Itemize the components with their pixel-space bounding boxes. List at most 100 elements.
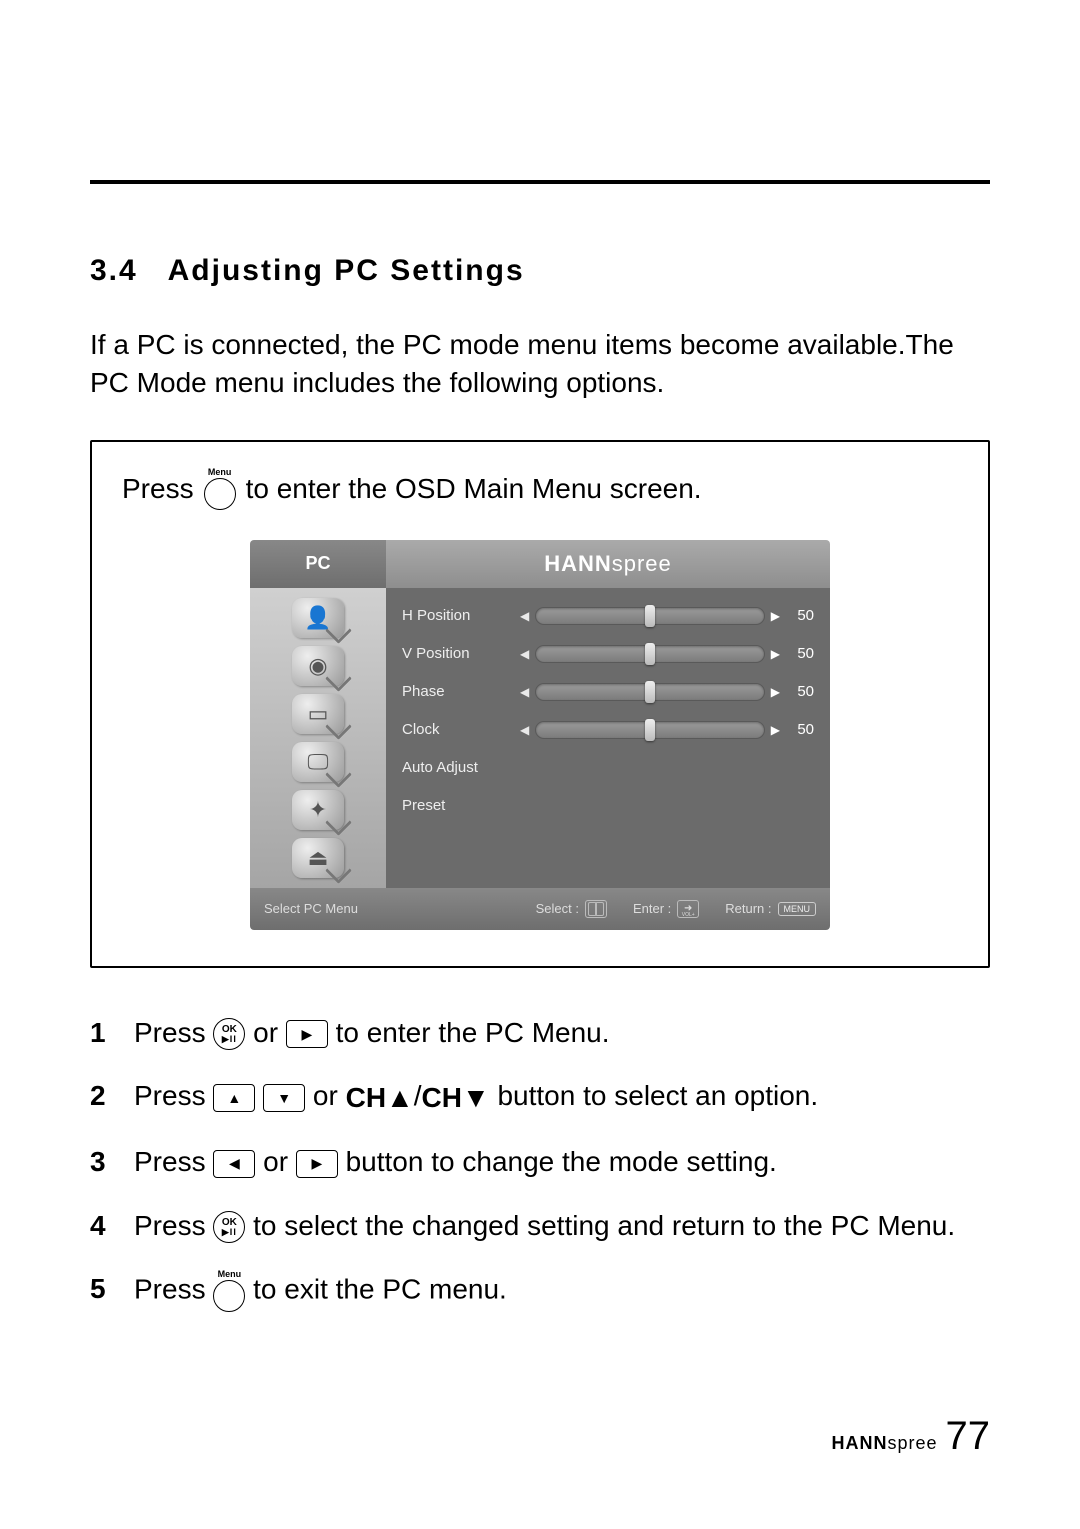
slider-thumb[interactable]	[645, 719, 655, 741]
slider[interactable]: ◀▶	[520, 607, 780, 625]
up-down-keys-icon	[585, 900, 607, 918]
osd-entry-instruction: Press Menu to enter the OSD Main Menu sc…	[122, 468, 958, 510]
down-button-icon: ▼	[263, 1084, 305, 1112]
osd-body: 👤◉▭🖵✦⏏ H Position◀▶50V Position◀▶50Phase…	[250, 588, 830, 888]
step: 1Press OK▶II or ▶ to enter the PC Menu.	[90, 1014, 990, 1052]
osd-row-value: 50	[788, 721, 814, 738]
horizontal-rule	[90, 180, 990, 184]
ok-button-icon: OK▶II	[213, 1211, 245, 1243]
slider-track[interactable]	[535, 645, 765, 663]
text: or	[305, 1080, 345, 1111]
osd-row[interactable]: Preset	[402, 792, 814, 820]
osd-sidebar: 👤 ◉ ▭ 🖵 ✦ ⏏	[250, 588, 386, 888]
osd-row[interactable]: Clock◀▶50	[402, 716, 814, 744]
step-body: Press OK▶II to select the changed settin…	[134, 1207, 990, 1245]
left-button-icon: ◀	[213, 1150, 255, 1178]
page-number: 77	[946, 1414, 991, 1459]
right-arrow-icon[interactable]: ▶	[771, 647, 780, 661]
step-number: 3	[90, 1143, 116, 1181]
ok-button-icon: OK▶II	[213, 1018, 245, 1050]
text: Press	[134, 1080, 213, 1111]
osd-panel: PC HANNspree 👤◉▭🖵✦⏏ H Position◀▶50V Posi…	[250, 540, 830, 930]
step-body: Press ▲ ▼ or CH▲/CH▼ button to select an…	[134, 1077, 990, 1117]
osd-row-value: 50	[788, 607, 814, 624]
text: Press	[134, 1210, 213, 1241]
step-number: 4	[90, 1207, 116, 1245]
text: Press	[134, 1146, 213, 1177]
right-arrow-icon[interactable]: ▶	[771, 609, 780, 623]
eye-icon[interactable]: ◉	[292, 646, 344, 686]
osd-brand: HANNspree	[386, 540, 830, 588]
text: Press	[122, 473, 194, 505]
text: button to select an option.	[490, 1080, 818, 1111]
step: 2 Press ▲ ▼ or CH▲/CH▼ button to select a…	[90, 1077, 990, 1117]
right-arrow-icon[interactable]: ▶	[771, 685, 780, 699]
step: 4 Press OK▶II to select the changed setti…	[90, 1207, 990, 1245]
step-body: Press OK▶II or ▶ to enter the PC Menu.	[134, 1014, 990, 1052]
text: to enter the PC Menu.	[328, 1017, 610, 1048]
text: Press	[134, 1274, 213, 1305]
osd-row-label: Preset	[402, 797, 512, 814]
slider[interactable]: ◀▶	[520, 683, 780, 701]
osd-row[interactable]: Phase◀▶50	[402, 678, 814, 706]
slider-thumb[interactable]	[645, 605, 655, 627]
osd-header: PC HANNspree	[250, 540, 830, 588]
right-button-icon: ▶	[286, 1020, 328, 1048]
right-button-icon: ▶	[296, 1150, 338, 1178]
person-icon[interactable]: 👤	[292, 598, 344, 638]
step: 5Press Menu to exit the PC menu.	[90, 1270, 990, 1312]
monitor-icon[interactable]: ▭	[292, 694, 344, 734]
step-number: 2	[90, 1077, 116, 1117]
slider[interactable]: ◀▶	[520, 645, 780, 663]
text: to exit the PC menu.	[245, 1274, 506, 1305]
text: to enter the OSD Main Menu screen.	[246, 473, 702, 505]
osd-row-label: H Position	[402, 607, 512, 624]
slider-track[interactable]	[535, 607, 765, 625]
slider-thumb[interactable]	[645, 643, 655, 665]
intro-paragraph: If a PC is connected, the PC mode menu i…	[90, 326, 990, 402]
osd-row[interactable]: H Position◀▶50	[402, 602, 814, 630]
menu-button-icon: Menu	[204, 468, 236, 510]
bold-text: CH▲	[346, 1079, 414, 1117]
text: or	[245, 1017, 285, 1048]
slider-track[interactable]	[535, 721, 765, 739]
text: button to change the mode setting.	[338, 1146, 777, 1177]
osd-main: H Position◀▶50V Position◀▶50Phase◀▶50Clo…	[386, 588, 830, 888]
text	[255, 1080, 263, 1111]
step-number: 5	[90, 1270, 116, 1312]
osd-footer: Select PC Menu Select : Enter : Return :…	[250, 888, 830, 930]
text: or	[255, 1146, 295, 1177]
left-arrow-icon[interactable]: ◀	[520, 723, 529, 737]
up-button-icon: ▲	[213, 1084, 255, 1112]
osd-tab-title: PC	[250, 540, 386, 588]
osd-example-frame: Press Menu to enter the OSD Main Menu sc…	[90, 440, 990, 968]
osd-row-label: Auto Adjust	[402, 759, 512, 776]
right-arrow-icon[interactable]: ▶	[771, 723, 780, 737]
step-body: Press ◀ or ▶ button to change the mode s…	[134, 1143, 990, 1181]
left-arrow-icon[interactable]: ◀	[520, 609, 529, 623]
wrench-icon[interactable]: ✦	[292, 790, 344, 830]
left-arrow-icon[interactable]: ◀	[520, 647, 529, 661]
slider[interactable]: ◀▶	[520, 721, 780, 739]
osd-row-label: Clock	[402, 721, 512, 738]
text: to select the changed setting and return…	[245, 1210, 955, 1241]
osd-row-value: 50	[788, 645, 814, 662]
osd-row-value: 50	[788, 683, 814, 700]
footer-brand: HANNspree	[831, 1433, 937, 1454]
osd-row[interactable]: V Position◀▶50	[402, 640, 814, 668]
slider-track[interactable]	[535, 683, 765, 701]
slider-thumb[interactable]	[645, 681, 655, 703]
osd-row-label: Phase	[402, 683, 512, 700]
osd-footer-return: Return : MENU	[725, 901, 816, 916]
step: 3 Press ◀ or ▶ button to change the mode …	[90, 1143, 990, 1181]
left-arrow-icon[interactable]: ◀	[520, 685, 529, 699]
pc-icon[interactable]: 🖵	[292, 742, 344, 782]
manual-page: 3.4 Adjusting PC Settings If a PC is con…	[0, 0, 1080, 1529]
section-heading: Adjusting PC Settings	[168, 254, 525, 287]
osd-row[interactable]: Auto Adjust	[402, 754, 814, 782]
brand-light: spree	[612, 551, 672, 576]
steps-list: 1Press OK▶II or ▶ to enter the PC Menu. 2…	[90, 1014, 990, 1313]
enter-key-icon	[677, 900, 699, 918]
osd-footer-select: Select :	[536, 900, 607, 918]
lock-screen-icon[interactable]: ⏏	[292, 838, 344, 878]
